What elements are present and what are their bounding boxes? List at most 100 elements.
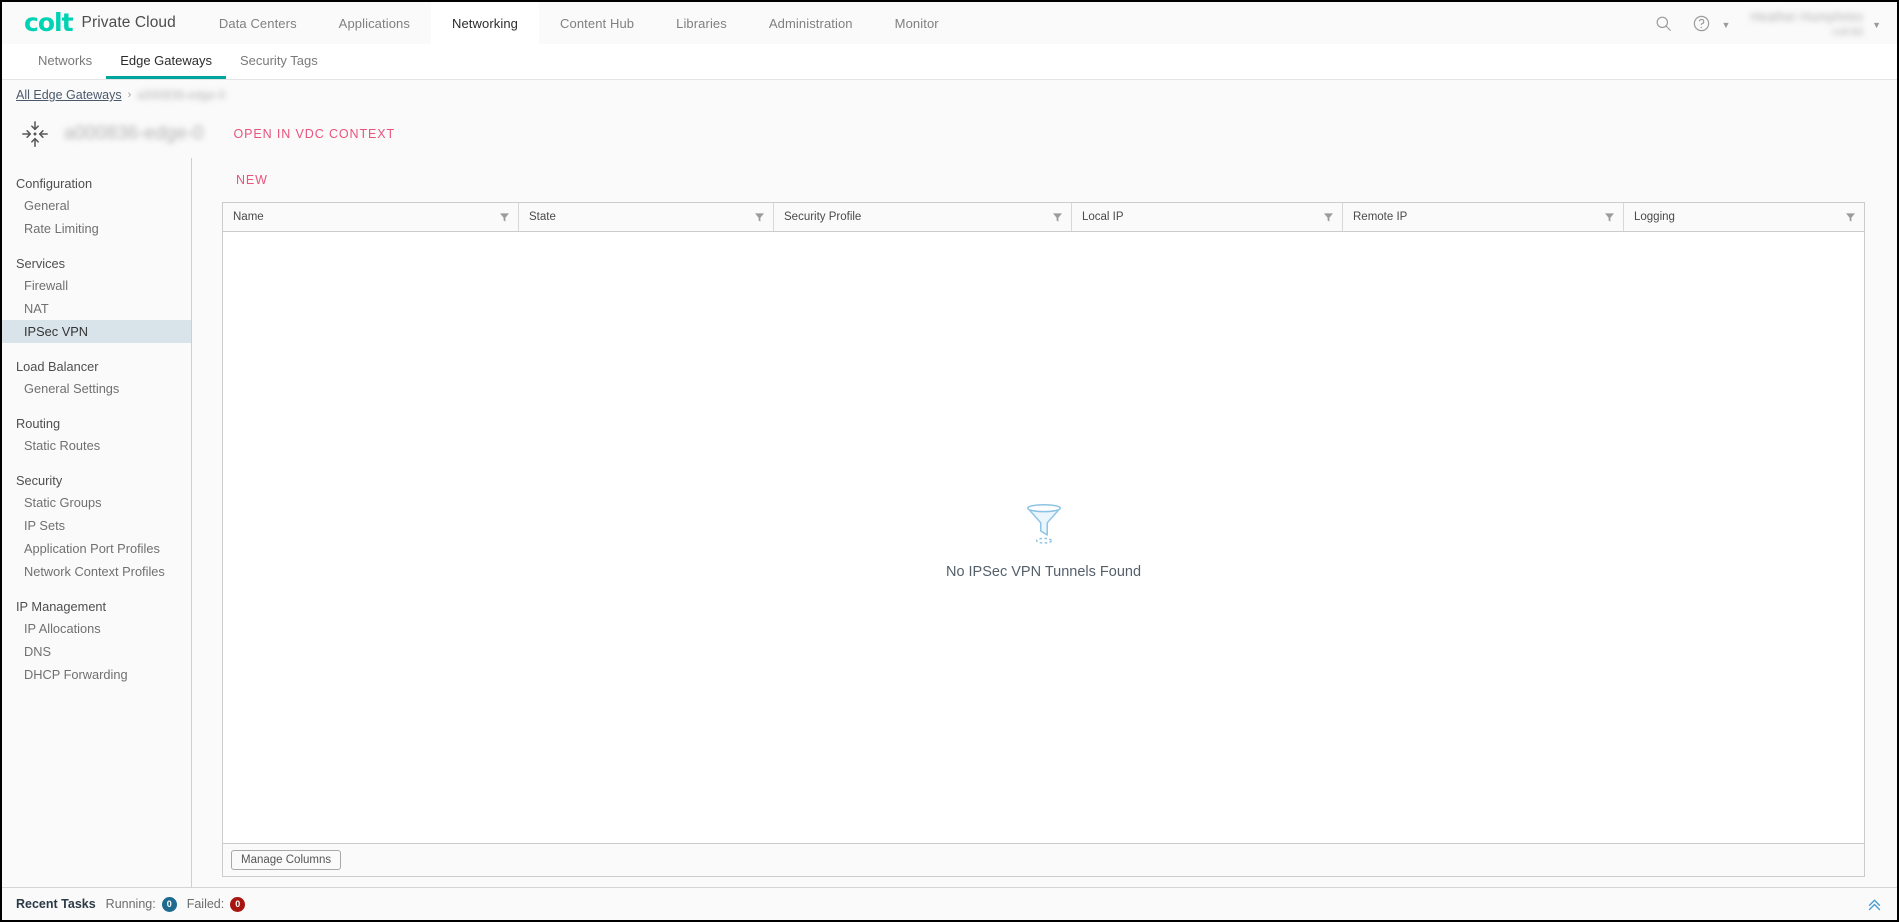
filter-icon-local-ip[interactable] — [1323, 212, 1334, 223]
column-header-name[interactable]: Name — [223, 203, 518, 231]
sidebar-group-routing: Routing — [16, 416, 61, 431]
empty-state: No IPSec VPN Tunnels Found — [223, 232, 1864, 843]
breadcrumb-all-edge-gateways[interactable]: All Edge Gateways — [16, 88, 122, 102]
sidebar-item-network-context-profiles[interactable]: Network Context Profiles — [2, 560, 191, 583]
recent-tasks-bar: Recent Tasks Running: 0 Failed: 0 — [2, 887, 1897, 920]
chevron-down-icon-help: ▼ — [1721, 19, 1731, 30]
funnel-icon — [1018, 496, 1070, 548]
column-header-remote-ip[interactable]: Remote IP — [1342, 203, 1623, 231]
sidebar-item-rate-limiting[interactable]: Rate Limiting — [2, 217, 191, 240]
breadcrumb-current: a000836-edge-0 — [137, 88, 226, 102]
filter-icon-name[interactable] — [499, 212, 510, 223]
sidebar-item-firewall[interactable]: Firewall — [2, 274, 191, 297]
open-in-vdc-context-link[interactable]: OPEN IN VDC CONTEXT — [233, 127, 395, 141]
breadcrumb-separator: › — [127, 89, 132, 101]
new-button[interactable]: NEW — [230, 169, 274, 191]
colt-logo: colt — [24, 7, 74, 37]
running-tasks-group[interactable]: Running: 0 — [105, 896, 177, 912]
grid-body: No IPSec VPN Tunnels Found — [223, 232, 1864, 843]
page-title-bar: a000836-edge-0 OPEN IN VDC CONTEXT — [2, 110, 1897, 158]
sidebar-item-ipsec-vpn[interactable]: IPSec VPN — [2, 320, 191, 343]
user-name: Heather Humphries — [1750, 8, 1864, 24]
sidebar-item-static-groups[interactable]: Static Groups — [2, 491, 191, 514]
product-name: Private Cloud — [81, 14, 176, 31]
sidebar-navigation: Configuration General Rate Limiting Serv… — [2, 158, 192, 887]
nav-item-data-centers[interactable]: Data Centers — [198, 2, 318, 44]
brand-area[interactable]: colt Private Cloud — [2, 2, 176, 44]
content-bottom-spacer — [222, 877, 1865, 887]
edge-gateway-icon — [20, 119, 50, 149]
user-identity: Heather Humphries colt-ltd — [1734, 9, 1869, 38]
tab-security-tags[interactable]: Security Tags — [226, 44, 332, 79]
filter-icon-state[interactable] — [754, 212, 765, 223]
help-circle-icon — [1684, 6, 1718, 40]
double-chevron-up-icon — [1866, 896, 1883, 913]
sidebar-item-general[interactable]: General — [2, 194, 191, 217]
user-org: colt-ltd — [1832, 25, 1864, 38]
filter-icon-logging[interactable] — [1845, 212, 1856, 223]
sidebar-item-general-settings[interactable]: General Settings — [2, 377, 191, 400]
nav-item-applications[interactable]: Applications — [318, 2, 431, 44]
column-header-logging[interactable]: Logging — [1623, 203, 1864, 231]
search-icon[interactable] — [1646, 6, 1680, 40]
empty-state-message: No IPSec VPN Tunnels Found — [945, 563, 1142, 580]
column-label-security-profile: Security Profile — [784, 211, 862, 223]
page-body: Configuration General Rate Limiting Serv… — [2, 158, 1897, 887]
help-menu[interactable]: ▼ — [1684, 6, 1730, 40]
top-header-bar: colt Private Cloud Data Centers Applicat… — [2, 2, 1897, 44]
chevron-down-icon-user: ▼ — [1872, 19, 1881, 30]
running-label: Running: — [105, 897, 156, 911]
failed-count-badge: 0 — [230, 896, 246, 912]
user-menu[interactable]: Heather Humphries colt-ltd ▼ — [1734, 9, 1881, 38]
failed-tasks-group[interactable]: Failed: 0 — [186, 896, 246, 912]
secondary-navigation: Networks Edge Gateways Security Tags — [2, 44, 1897, 80]
expand-tasks-button[interactable] — [1866, 896, 1883, 913]
sidebar-item-ip-allocations[interactable]: IP Allocations — [2, 617, 191, 640]
column-label-local-ip: Local IP — [1082, 211, 1124, 223]
page-title: a000836-edge-0 — [64, 123, 204, 144]
grid-toolbar: NEW — [222, 158, 1865, 202]
column-header-security-profile[interactable]: Security Profile — [773, 203, 1071, 231]
manage-columns-button[interactable]: Manage Columns — [231, 850, 342, 870]
nav-item-content-hub[interactable]: Content Hub — [539, 2, 655, 44]
header-actions: ▼ Heather Humphries colt-ltd ▼ — [1646, 2, 1897, 44]
breadcrumb: All Edge Gateways › a000836-edge-0 — [2, 80, 1897, 110]
sidebar-item-application-port-profiles[interactable]: Application Port Profiles — [2, 537, 191, 560]
tab-edge-gateways[interactable]: Edge Gateways — [106, 44, 226, 79]
nav-item-networking[interactable]: Networking — [430, 2, 540, 44]
filter-icon-remote-ip[interactable] — [1604, 212, 1615, 223]
column-label-remote-ip: Remote IP — [1353, 211, 1408, 223]
application-window: colt Private Cloud Data Centers Applicat… — [0, 0, 1899, 922]
sidebar-item-dns[interactable]: DNS — [2, 640, 191, 663]
sidebar-group-services: Services — [16, 256, 66, 271]
tab-networks[interactable]: Networks — [24, 44, 106, 79]
nav-item-monitor[interactable]: Monitor — [874, 2, 960, 44]
sidebar-item-nat[interactable]: NAT — [2, 297, 191, 320]
nav-item-libraries[interactable]: Libraries — [655, 2, 748, 44]
column-label-name: Name — [233, 211, 264, 223]
column-header-state[interactable]: State — [518, 203, 773, 231]
ipsec-vpn-tunnels-grid: Name State Security Profile Local IP Rem… — [222, 202, 1865, 877]
sidebar-group-configuration: Configuration — [16, 176, 93, 191]
sidebar-item-dhcp-forwarding[interactable]: DHCP Forwarding — [2, 663, 191, 686]
primary-navigation: Data Centers Applications Networking Con… — [198, 2, 960, 44]
recent-tasks-title[interactable]: Recent Tasks — [16, 897, 96, 911]
running-count-badge: 0 — [161, 896, 177, 912]
content-area: NEW Name State Security Profile Local IP… — [192, 158, 1897, 887]
sidebar-group-security: Security — [16, 473, 63, 488]
filter-icon-security-profile[interactable] — [1052, 212, 1063, 223]
sidebar-item-ip-sets[interactable]: IP Sets — [2, 514, 191, 537]
column-header-local-ip[interactable]: Local IP — [1071, 203, 1342, 231]
failed-label: Failed: — [186, 897, 225, 911]
sidebar-group-load-balancer: Load Balancer — [16, 359, 99, 374]
nav-item-administration[interactable]: Administration — [748, 2, 874, 44]
column-label-logging: Logging — [1634, 211, 1675, 223]
sidebar-item-static-routes[interactable]: Static Routes — [2, 434, 191, 457]
column-label-state: State — [529, 211, 556, 223]
sidebar-group-ip-management: IP Management — [16, 599, 107, 614]
